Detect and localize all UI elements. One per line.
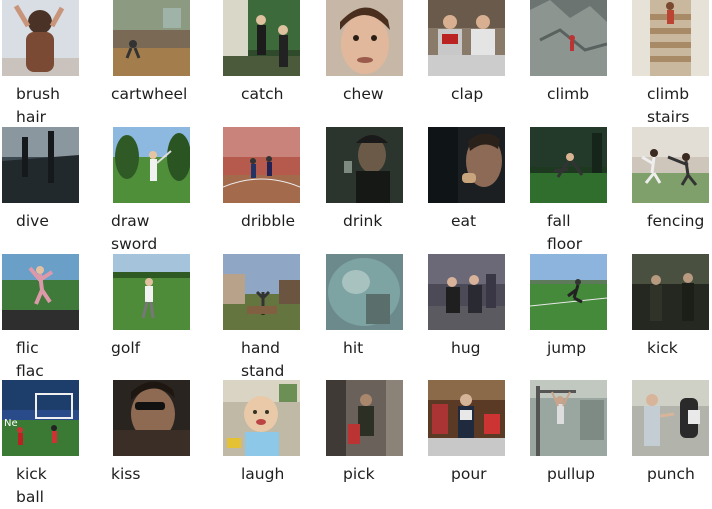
action-label: fencing: [647, 210, 704, 233]
action-label-line: climb: [647, 85, 690, 103]
thumbnail-image: [530, 254, 607, 330]
action-label: flic flac: [16, 337, 44, 383]
action-label: hit: [343, 337, 363, 360]
thumbnail-image: [223, 0, 300, 76]
action-label: cartwheel: [111, 83, 187, 106]
action-label: clap: [451, 83, 483, 106]
action-label-line: chew: [343, 85, 384, 103]
action-label-line: climb: [547, 85, 590, 103]
thumbnail-image: [2, 254, 79, 330]
action-label: jump: [547, 337, 586, 360]
action-label: draw sword: [111, 210, 157, 256]
action-label-line: ball: [16, 488, 44, 506]
action-label: chew: [343, 83, 384, 106]
action-label-line: flic: [16, 339, 39, 357]
action-label: kick: [647, 337, 678, 360]
thumbnail-image: [326, 254, 403, 330]
action-label-line: sword: [111, 235, 158, 253]
action-label-line: jump: [547, 339, 587, 357]
action-label-line: hair: [16, 108, 47, 126]
action-label-line: golf: [111, 339, 141, 357]
thumbnail-image: [632, 127, 709, 203]
action-label: kick ball: [16, 463, 47, 509]
action-label-line: kick: [16, 465, 47, 483]
action-label-line: fencing: [647, 212, 705, 230]
thumbnail-image: [326, 0, 403, 76]
action-label-line: brush: [16, 85, 60, 103]
action-label: dribble: [241, 210, 295, 233]
action-label: laugh: [241, 463, 284, 486]
action-label-line: hand: [241, 339, 280, 357]
action-label-line: punch: [647, 465, 695, 483]
action-label-line: clap: [451, 85, 484, 103]
thumbnail-image: [2, 127, 79, 203]
thumbnail-image: [2, 0, 79, 76]
thumbnail-image: [113, 127, 190, 203]
thumbnail-image: [530, 380, 607, 456]
action-label-line: eat: [451, 212, 477, 230]
action-label-line: dive: [16, 212, 49, 230]
action-label: climb: [547, 83, 589, 106]
thumbnail-image: [113, 254, 190, 330]
thumbnail-image: [632, 0, 709, 76]
action-label: kiss: [111, 463, 140, 486]
action-label: pour: [451, 463, 487, 486]
action-label-line: drink: [343, 212, 383, 230]
svg-text:Ne: Ne: [4, 418, 18, 429]
action-label: punch: [647, 463, 695, 486]
action-label-line: kiss: [111, 465, 141, 483]
action-label-line: kick: [647, 339, 678, 357]
thumbnail-image: [428, 0, 505, 76]
action-label: fall floor: [547, 210, 582, 256]
action-label: hand stand: [241, 337, 284, 383]
action-label-line: draw: [111, 212, 150, 230]
action-label-line: catch: [241, 85, 284, 103]
thumbnail-image: [326, 127, 403, 203]
action-label-line: pick: [343, 465, 375, 483]
action-label: pullup: [547, 463, 595, 486]
thumbnail-image: [223, 127, 300, 203]
action-label: eat: [451, 210, 476, 233]
action-label-line: stairs: [647, 108, 690, 126]
action-label-line: cartwheel: [111, 85, 188, 103]
action-label-line: fall: [547, 212, 571, 230]
action-label: brush hair: [16, 83, 60, 129]
thumbnail-image: [428, 127, 505, 203]
thumbnail-image: [530, 127, 607, 203]
thumbnail-image: [223, 254, 300, 330]
thumbnail-image: [113, 380, 190, 456]
thumbnail-image: [113, 0, 190, 76]
thumbnail-image: Ne: [2, 380, 79, 456]
action-label: drink: [343, 210, 382, 233]
thumbnail-image: [428, 380, 505, 456]
action-label-line: hit: [343, 339, 364, 357]
action-label: dive: [16, 210, 49, 233]
thumbnail-image: [632, 254, 709, 330]
action-label-line: dribble: [241, 212, 296, 230]
thumbnail-image: [530, 0, 607, 76]
action-label-line: pour: [451, 465, 487, 483]
action-label: hug: [451, 337, 481, 360]
action-label: golf: [111, 337, 140, 360]
thumbnail-image: [326, 380, 403, 456]
action-label: pick: [343, 463, 375, 486]
thumbnail-image: [428, 254, 505, 330]
thumbnail-image: [632, 380, 709, 456]
action-label-line: hug: [451, 339, 481, 357]
action-label-line: floor: [547, 235, 583, 253]
action-label: catch: [241, 83, 283, 106]
action-label-line: pullup: [547, 465, 595, 483]
action-label: climb stairs: [647, 83, 689, 129]
action-label-line: laugh: [241, 465, 285, 483]
thumbnail-image: [223, 380, 300, 456]
